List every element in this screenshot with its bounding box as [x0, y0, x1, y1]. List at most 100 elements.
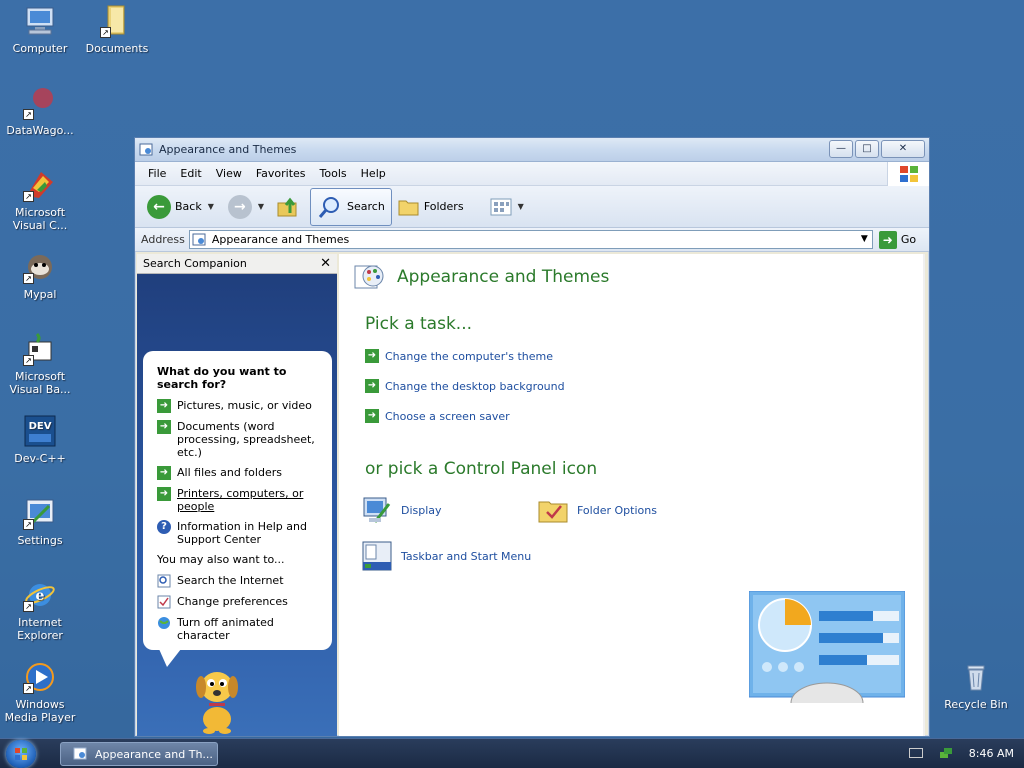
task-label: Choose a screen saver	[385, 409, 510, 423]
desktop-icon-recycle-bin[interactable]: Recycle Bin	[936, 660, 1016, 711]
visual-c-icon: ↗	[23, 168, 57, 202]
shortcut-arrow-icon: ↗	[23, 683, 34, 694]
search-companion-pane: Search Companion ✕ What do you want to s…	[137, 254, 337, 736]
cp-taskbar[interactable]: Taskbar and Start Menu	[361, 540, 531, 572]
window-titlebar[interactable]: Appearance and Themes — □ ✕	[135, 138, 929, 162]
cp-display[interactable]: Display	[361, 494, 442, 526]
desktop-icon-devcpp[interactable]: DEV Dev-C++	[0, 414, 80, 465]
desktop-icon-visual-c[interactable]: ↗ Microsoft Visual C...	[0, 168, 80, 232]
option-label: Information in Help and Support Center	[177, 520, 307, 546]
back-dropdown-icon[interactable]: ▼	[208, 202, 214, 211]
address-dropdown-icon[interactable]: ▼	[861, 234, 868, 244]
forward-dropdown-icon[interactable]: ▼	[258, 202, 264, 211]
media-player-icon: ↗	[23, 660, 57, 694]
desktop-icon-internet-explorer[interactable]: e ↗ Internet Explorer	[0, 578, 80, 642]
address-bar: Address Appearance and Themes ▼ ➜ Go	[135, 228, 929, 252]
green-arrow-icon: ➜	[365, 409, 379, 423]
go-arrow-icon: ➜	[878, 230, 897, 249]
search-option-all-files[interactable]: ➜ All files and folders	[157, 466, 318, 480]
folders-label: Folders	[423, 200, 464, 213]
forward-button[interactable]: → ▼	[224, 191, 268, 223]
go-label: Go	[900, 233, 917, 246]
task-label: Change the desktop background	[385, 379, 565, 393]
address-value: Appearance and Themes	[211, 233, 350, 246]
computer-icon	[23, 4, 57, 38]
search-internet-option[interactable]: Search the Internet	[157, 574, 318, 588]
keyboard-icon[interactable]	[908, 748, 923, 758]
shortcut-arrow-icon: ↗	[23, 601, 34, 612]
page-title: Appearance and Themes	[353, 260, 609, 294]
green-arrow-icon: ➜	[365, 349, 379, 363]
menu-file[interactable]: File	[141, 167, 173, 180]
option-label: Turn off animated character	[177, 616, 274, 642]
search-dog-character[interactable]	[187, 659, 247, 734]
desktop-icon-media-player[interactable]: ↗ Windows Media Player	[0, 660, 80, 724]
menu-edit[interactable]: Edit	[173, 167, 208, 180]
search-option-pictures[interactable]: ➜ Pictures, music, or video	[157, 399, 318, 413]
documents-folder-icon: ↗	[100, 4, 134, 38]
start-button[interactable]	[6, 740, 36, 768]
back-label: Back	[175, 200, 202, 213]
shortcut-arrow-icon: ↗	[23, 519, 34, 530]
desktop-icon-label: Microsoft Visual Ba...	[9, 370, 71, 396]
desktop-icon-mypal[interactable]: ↗ Mypal	[0, 250, 80, 301]
task-change-background[interactable]: ➜ Change the desktop background	[365, 379, 565, 393]
devcpp-icon: DEV	[23, 414, 57, 448]
folders-icon	[398, 200, 419, 215]
close-button[interactable]: ✕	[881, 140, 925, 158]
change-preferences-option[interactable]: Change preferences	[157, 595, 318, 609]
back-button[interactable]: ← Back ▼	[143, 191, 218, 223]
option-label: All files and folders	[177, 466, 282, 479]
pick-task-heading: Pick a task...	[365, 314, 473, 334]
taskbar-window-button[interactable]: Appearance and Th...	[60, 742, 218, 766]
address-field[interactable]: Appearance and Themes ▼	[188, 230, 873, 249]
back-arrow-icon: ←	[147, 194, 171, 219]
taskbar-window-label: Appearance and Th...	[95, 747, 213, 761]
menu-help[interactable]: Help	[354, 167, 393, 180]
folders-button[interactable]: Folders	[394, 193, 468, 221]
menu-favorites[interactable]: Favorites	[249, 167, 313, 180]
search-option-documents[interactable]: ➜ Documents (word processing, spreadshee…	[157, 420, 318, 459]
search-balloon: What do you want to search for? ➜ Pictur…	[143, 351, 332, 650]
task-screen-saver[interactable]: ➜ Choose a screen saver	[365, 409, 510, 423]
search-button[interactable]: Search	[310, 187, 392, 226]
close-icon[interactable]: ✕	[320, 256, 331, 271]
control-panel-icon	[192, 233, 206, 245]
page-title-text: Appearance and Themes	[397, 267, 610, 287]
turn-off-character-option[interactable]: Turn off animated character	[157, 616, 318, 642]
maximize-button[interactable]: □	[855, 140, 879, 158]
globe-icon	[158, 617, 170, 629]
cp-folder-options[interactable]: Folder Options	[537, 494, 657, 526]
option-label: Pictures, music, or video	[177, 399, 312, 412]
desktop-icon-visual-basic[interactable]: ↗ Microsoft Visual Ba...	[0, 332, 80, 396]
search-page-icon	[157, 574, 171, 588]
menu-view[interactable]: View	[209, 167, 249, 180]
menu-tools[interactable]: Tools	[313, 167, 354, 180]
dev-badge-text: DEV	[29, 421, 52, 432]
minimize-button[interactable]: —	[829, 140, 853, 158]
window-title: Appearance and Themes	[159, 143, 297, 156]
desktop-icon-documents[interactable]: ↗ Documents	[77, 4, 157, 55]
content-scrollbar[interactable]	[923, 254, 925, 736]
views-dropdown-icon[interactable]: ▼	[518, 202, 524, 211]
desktop-icon-computer[interactable]: Computer	[0, 4, 80, 55]
go-button[interactable]: ➜ Go	[878, 230, 917, 249]
network-icon[interactable]	[939, 746, 953, 760]
cp-display-label: Display	[401, 503, 442, 517]
desktop-icon-datawagon[interactable]: ↗ DataWago...	[0, 86, 80, 137]
menu-bar: File Edit View Favorites Tools Help	[135, 162, 929, 186]
search-icon	[318, 196, 340, 218]
desktop-icon-label: Mypal	[23, 288, 57, 301]
up-folder-button[interactable]	[272, 191, 304, 223]
task-change-theme[interactable]: ➜ Change the computer's theme	[365, 349, 553, 363]
system-tray: 8:46 AM	[908, 746, 1014, 760]
desktop-icon-label: DataWago...	[6, 124, 74, 137]
search-option-printers[interactable]: ➜ Printers, computers, or people	[157, 487, 318, 513]
clock[interactable]: 8:46 AM	[969, 747, 1014, 760]
views-button[interactable]: ▼	[486, 194, 528, 220]
help-icon: ?	[157, 520, 171, 534]
desktop-icon-settings[interactable]: ↗ Settings	[0, 496, 80, 547]
display-icon	[363, 497, 391, 523]
green-arrow-icon: ➜	[157, 420, 171, 434]
search-option-help[interactable]: ? Information in Help and Support Center	[157, 520, 318, 546]
